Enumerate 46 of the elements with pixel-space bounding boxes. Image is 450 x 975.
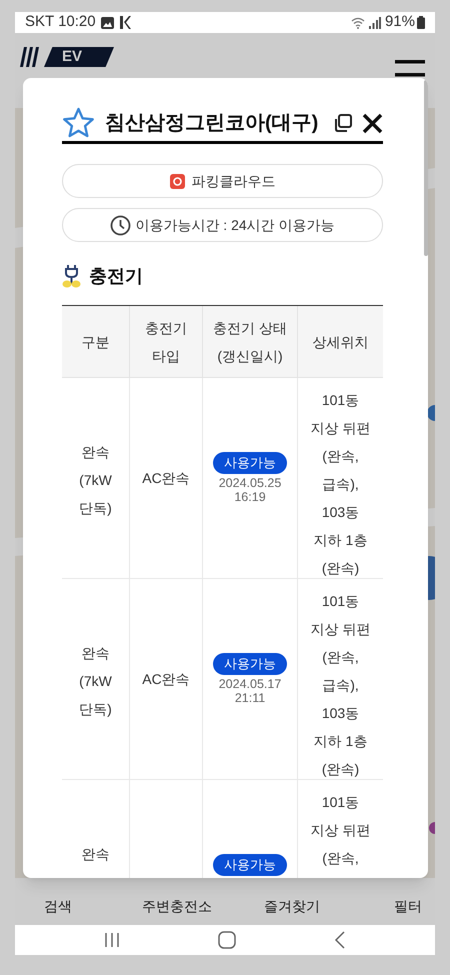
scrollbar[interactable] <box>424 80 428 256</box>
table-cell-text: 완속 (7kW 단독) <box>79 644 112 719</box>
menu-icon[interactable] <box>395 60 425 77</box>
column-header: 충전기 타입 <box>130 306 203 377</box>
status-time: SKT 10:20 <box>25 12 96 32</box>
logo-text: EV <box>44 47 114 67</box>
station-title: 침산삼정그린코아(대구) <box>105 111 318 136</box>
battery-icon <box>417 16 425 29</box>
column-header: 구분 <box>62 306 130 377</box>
recents-icon[interactable] <box>104 932 120 948</box>
hours-text: 이용가능시간 : 24시간 이용가능 <box>135 216 335 234</box>
battery-percent: 91% <box>384 12 415 32</box>
home-icon[interactable] <box>218 931 236 949</box>
table-cell-text: AC완속 <box>142 670 190 689</box>
column-header: 상세위치 <box>312 332 370 352</box>
nearby-tab[interactable]: 주변충전소 <box>142 896 212 917</box>
wifi-icon <box>350 16 365 28</box>
search-tab[interactable]: 검색 <box>44 896 72 917</box>
ev-logo[interactable]: EV <box>20 47 114 67</box>
update-time: 2024.05.25 16:19 <box>218 476 282 504</box>
table-cell-text: 101동 지상 뒤편 (완속, <box>310 793 370 868</box>
update-time: 2024.05.17 21:11 <box>218 677 282 705</box>
copy-icon[interactable] <box>333 113 353 133</box>
table-cell-text: 완속 <box>82 845 110 864</box>
status-badge: 사용가능 <box>213 653 287 675</box>
table-cell-text: 완속 (7kW 단독) <box>79 443 112 518</box>
operator-pill[interactable]: 파킹클라우드 <box>62 164 383 198</box>
k-icon <box>120 16 131 29</box>
back-icon[interactable] <box>334 931 346 949</box>
status-badge: 사용가능 <box>213 854 287 876</box>
close-icon[interactable] <box>362 112 383 134</box>
operator-name: 파킹클라우드 <box>192 172 276 190</box>
filter-tab[interactable]: 필터 <box>394 896 422 917</box>
column-header: 충전기 상태 (갱신일시) <box>203 306 298 377</box>
gallery-icon <box>100 16 114 28</box>
table-cell-text: 101동 지상 뒤편 (완속, 급속), 103동 지하 1층 (완속) <box>310 391 370 578</box>
operator-icon <box>170 174 184 188</box>
star-icon[interactable] <box>62 107 95 139</box>
table-cell-text: 101동 지상 뒤편 (완속, 급속), 103동 지하 1층 (완속) <box>310 592 370 779</box>
clock-icon <box>110 214 132 236</box>
table-cell-text: AC완속 <box>142 469 190 488</box>
plug-icon <box>62 264 81 288</box>
section-title: 충전기 <box>89 264 143 288</box>
favorites-tab[interactable]: 즐겨찾기 <box>264 896 320 917</box>
signal-icon <box>368 16 381 28</box>
status-badge: 사용가능 <box>213 452 287 474</box>
